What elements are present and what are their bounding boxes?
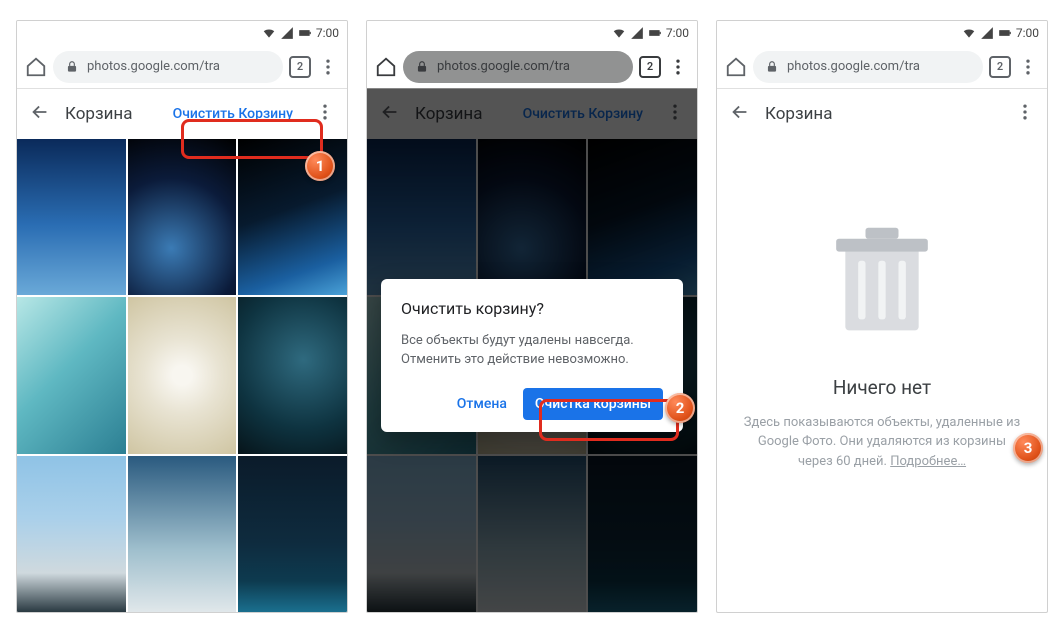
page-title: Корзина bbox=[65, 104, 132, 124]
signal-icon bbox=[280, 26, 294, 40]
browser-url-bar: photos.google.com/tra 2 bbox=[717, 45, 1047, 89]
clock: 7:00 bbox=[1016, 26, 1039, 40]
learn-more-link[interactable]: Подробнее… bbox=[890, 454, 966, 469]
clock: 7:00 bbox=[666, 26, 689, 40]
photo-thumbnail[interactable] bbox=[238, 297, 347, 453]
photo-thumbnail[interactable] bbox=[128, 139, 237, 295]
empty-body: Здесь показываются объекты, удаленные из… bbox=[741, 413, 1023, 472]
browser-menu-icon[interactable] bbox=[1017, 56, 1039, 78]
url-text: photos.google.com/tra bbox=[87, 59, 220, 74]
overflow-menu-icon[interactable] bbox=[315, 102, 335, 126]
battery-icon bbox=[298, 26, 312, 40]
photo-thumbnail[interactable] bbox=[128, 297, 237, 453]
wifi-icon bbox=[262, 26, 276, 40]
photo-thumbnail[interactable] bbox=[17, 456, 126, 612]
wifi-icon bbox=[962, 26, 976, 40]
page-title: Корзина bbox=[765, 104, 832, 124]
empty-trash-button[interactable]: Очистить Корзину bbox=[165, 100, 301, 128]
annotation-badge: 3 bbox=[1013, 433, 1043, 463]
dialog-body: Все объекты будут удалены навсегда. Отме… bbox=[401, 332, 663, 370]
photo-thumbnail[interactable] bbox=[17, 297, 126, 453]
dialog-title: Очистить корзину? bbox=[401, 299, 663, 318]
photo-grid bbox=[17, 139, 347, 612]
trash-icon bbox=[827, 220, 937, 340]
empty-title: Ничего нет bbox=[833, 376, 931, 399]
confirm-button[interactable]: Очистка корзины bbox=[523, 388, 663, 420]
cancel-button[interactable]: Отмена bbox=[447, 388, 517, 420]
overflow-menu-icon[interactable] bbox=[1015, 102, 1035, 126]
lock-icon bbox=[415, 60, 429, 74]
empty-state: Ничего нет Здесь показываются объекты, у… bbox=[717, 139, 1047, 612]
home-icon[interactable] bbox=[375, 56, 397, 78]
url-field[interactable]: photos.google.com/tra bbox=[403, 51, 633, 83]
annotation-badge: 1 bbox=[305, 151, 335, 181]
url-field[interactable]: photos.google.com/tra bbox=[753, 51, 983, 83]
url-text: photos.google.com/tra bbox=[787, 59, 920, 74]
phone-screen-3: 7:00 photos.google.com/tra 2 Корзина Нич… bbox=[716, 20, 1048, 613]
battery-icon bbox=[998, 26, 1012, 40]
home-icon[interactable] bbox=[725, 56, 747, 78]
photo-thumbnail[interactable] bbox=[17, 139, 126, 295]
lock-icon bbox=[765, 60, 779, 74]
status-bar: 7:00 bbox=[367, 21, 697, 45]
dialog-actions: Отмена Очистка корзины bbox=[401, 388, 663, 420]
url-text: photos.google.com/tra bbox=[437, 59, 570, 74]
photo-thumbnail[interactable] bbox=[128, 456, 237, 612]
annotation-badge: 2 bbox=[665, 393, 695, 423]
home-icon[interactable] bbox=[25, 56, 47, 78]
tab-switcher[interactable]: 2 bbox=[989, 56, 1011, 78]
battery-icon bbox=[648, 26, 662, 40]
status-bar: 7:00 bbox=[717, 21, 1047, 45]
app-bar: Корзина bbox=[717, 89, 1047, 139]
url-field[interactable]: photos.google.com/tra bbox=[53, 51, 283, 83]
back-icon[interactable] bbox=[29, 101, 51, 127]
browser-url-bar: photos.google.com/tra 2 bbox=[17, 45, 347, 89]
tab-switcher[interactable]: 2 bbox=[289, 56, 311, 78]
browser-menu-icon[interactable] bbox=[667, 56, 689, 78]
phone-screen-2: 7:00 photos.google.com/tra 2 Корзина Очи… bbox=[366, 20, 698, 613]
back-icon[interactable] bbox=[729, 101, 751, 127]
signal-icon bbox=[980, 26, 994, 40]
photo-thumbnail[interactable] bbox=[238, 456, 347, 612]
clock: 7:00 bbox=[316, 26, 339, 40]
phone-screen-1: 7:00 photos.google.com/tra 2 Корзина Очи… bbox=[16, 20, 348, 613]
confirm-dialog: Очистить корзину? Все объекты будут удал… bbox=[381, 279, 683, 432]
signal-icon bbox=[630, 26, 644, 40]
tab-switcher[interactable]: 2 bbox=[639, 56, 661, 78]
lock-icon bbox=[65, 60, 79, 74]
browser-url-bar: photos.google.com/tra 2 bbox=[367, 45, 697, 89]
app-bar: Корзина Очистить Корзину bbox=[17, 89, 347, 139]
browser-menu-icon[interactable] bbox=[317, 56, 339, 78]
wifi-icon bbox=[612, 26, 626, 40]
status-bar: 7:00 bbox=[17, 21, 347, 45]
